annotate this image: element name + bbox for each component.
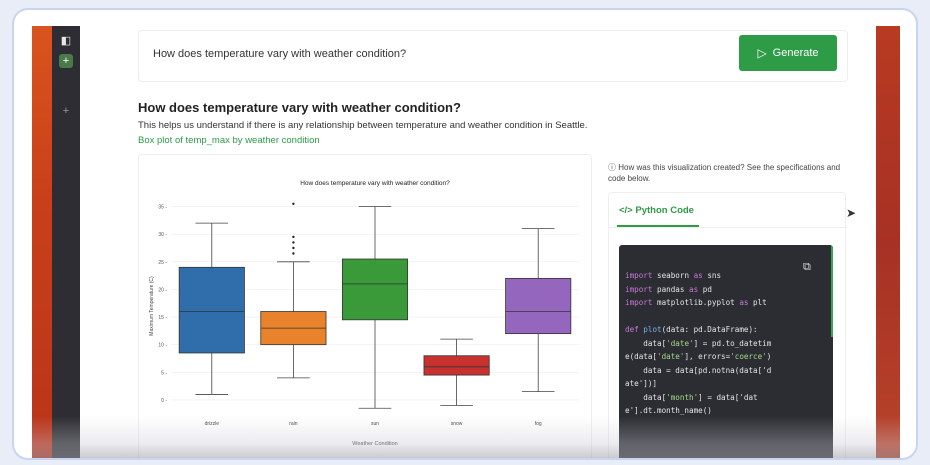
generate-button[interactable]: ▷ Generate bbox=[739, 35, 837, 71]
code-line: e(data['date'], errors='coerce') bbox=[625, 352, 772, 361]
chart-title: How does temperature vary with weather c… bbox=[300, 180, 450, 187]
tab-divider bbox=[609, 227, 847, 228]
screenshot-frame: ◧ + + ▷ Generate How does temperature va… bbox=[12, 8, 918, 460]
box-fog bbox=[505, 277, 572, 335]
code-scrollbar[interactable] bbox=[831, 245, 833, 337]
chart-card: How does temperature vary with weather c… bbox=[138, 154, 592, 458]
generate-label: Generate bbox=[772, 47, 819, 59]
x-tick-label: rain bbox=[289, 421, 298, 427]
y-tick-label: 35 - bbox=[158, 205, 167, 211]
code-block: ⧉ import seaborn as sns import pandas as… bbox=[619, 245, 833, 458]
x-tick-label: fog bbox=[535, 421, 542, 427]
code-line: def plot(data: pd.DataFrame): bbox=[625, 325, 758, 334]
code-line: import seaborn as sns bbox=[625, 271, 722, 280]
code-line: data['month'] = data['dat bbox=[625, 392, 758, 402]
box-drizzle bbox=[178, 266, 245, 354]
outlier-point bbox=[292, 252, 295, 255]
query-box: ▷ Generate bbox=[138, 30, 848, 82]
box-sun bbox=[341, 258, 409, 321]
y-tick-label: 5 - bbox=[161, 370, 167, 376]
add-icon[interactable]: + bbox=[59, 104, 73, 118]
code-line: e'].dt.month_name() bbox=[625, 406, 712, 415]
desktop-background-right bbox=[876, 26, 900, 458]
tab-python-code[interactable]: </> Python Code bbox=[619, 205, 694, 216]
info-label: How was this visualization created? See … bbox=[608, 163, 841, 183]
code-line: data['date'] = pd.to_datetim bbox=[625, 338, 772, 348]
info-icon: ⓘ bbox=[608, 163, 619, 172]
visualization-description: This helps us understand if there is any… bbox=[138, 120, 588, 131]
sidebar: ◧ + + bbox=[52, 26, 80, 458]
send-icon: ▷ bbox=[757, 46, 767, 60]
outlier-point bbox=[292, 235, 295, 239]
outlier-point bbox=[292, 202, 295, 205]
y-tick-label: 0 - bbox=[161, 398, 167, 404]
x-tick-label: sun bbox=[371, 421, 379, 427]
y-tick-label: 30 - bbox=[158, 232, 167, 238]
y-axis-label: Maximum Temperature (C) bbox=[149, 276, 155, 336]
copy-icon[interactable]: ⧉ bbox=[803, 261, 815, 275]
code-line: data = data[pd.notna(data['d bbox=[643, 365, 772, 375]
box-snow bbox=[423, 355, 490, 376]
new-chat-icon[interactable]: + bbox=[59, 54, 73, 68]
desktop-background-left bbox=[32, 26, 52, 458]
x-tick-label: snow bbox=[451, 421, 463, 427]
y-tick-label: 10 - bbox=[158, 343, 167, 349]
main-content: ▷ Generate How does temperature vary wit… bbox=[80, 26, 876, 458]
x-tick-label: drizzle bbox=[205, 421, 220, 427]
panel-icon[interactable]: ◧ bbox=[59, 34, 73, 48]
y-tick-label: 15 - bbox=[158, 315, 167, 321]
outlier-point bbox=[292, 241, 295, 244]
query-input[interactable] bbox=[153, 43, 713, 65]
y-tick-label: 20 - bbox=[158, 287, 167, 293]
y-tick-label: 25 - bbox=[158, 260, 167, 266]
code-card: </> Python Code ⧉ import seaborn as sns … bbox=[608, 192, 847, 458]
code-line: ate'])] bbox=[625, 379, 658, 388]
code-line: import pandas as pd bbox=[625, 284, 712, 294]
x-axis-label: Weather Condition bbox=[352, 441, 397, 447]
mouse-cursor-icon: ➤ bbox=[846, 206, 857, 220]
chart-type-link[interactable]: Box plot of temp_max by weather conditio… bbox=[138, 135, 320, 146]
info-text: ⓘ How was this visualization created? Se… bbox=[608, 162, 848, 184]
code-line: import matplotlib.pyplot as plt bbox=[625, 298, 767, 307]
outlier-point bbox=[292, 246, 295, 250]
app-window: ◧ + + ▷ Generate How does temperature va… bbox=[32, 26, 900, 458]
box-plot-chart: How does temperature vary with weather c… bbox=[149, 180, 579, 447]
code-text: import seaborn as sns import pandas as p… bbox=[625, 269, 771, 418]
visualization-title: How does temperature vary with weather c… bbox=[138, 100, 461, 115]
